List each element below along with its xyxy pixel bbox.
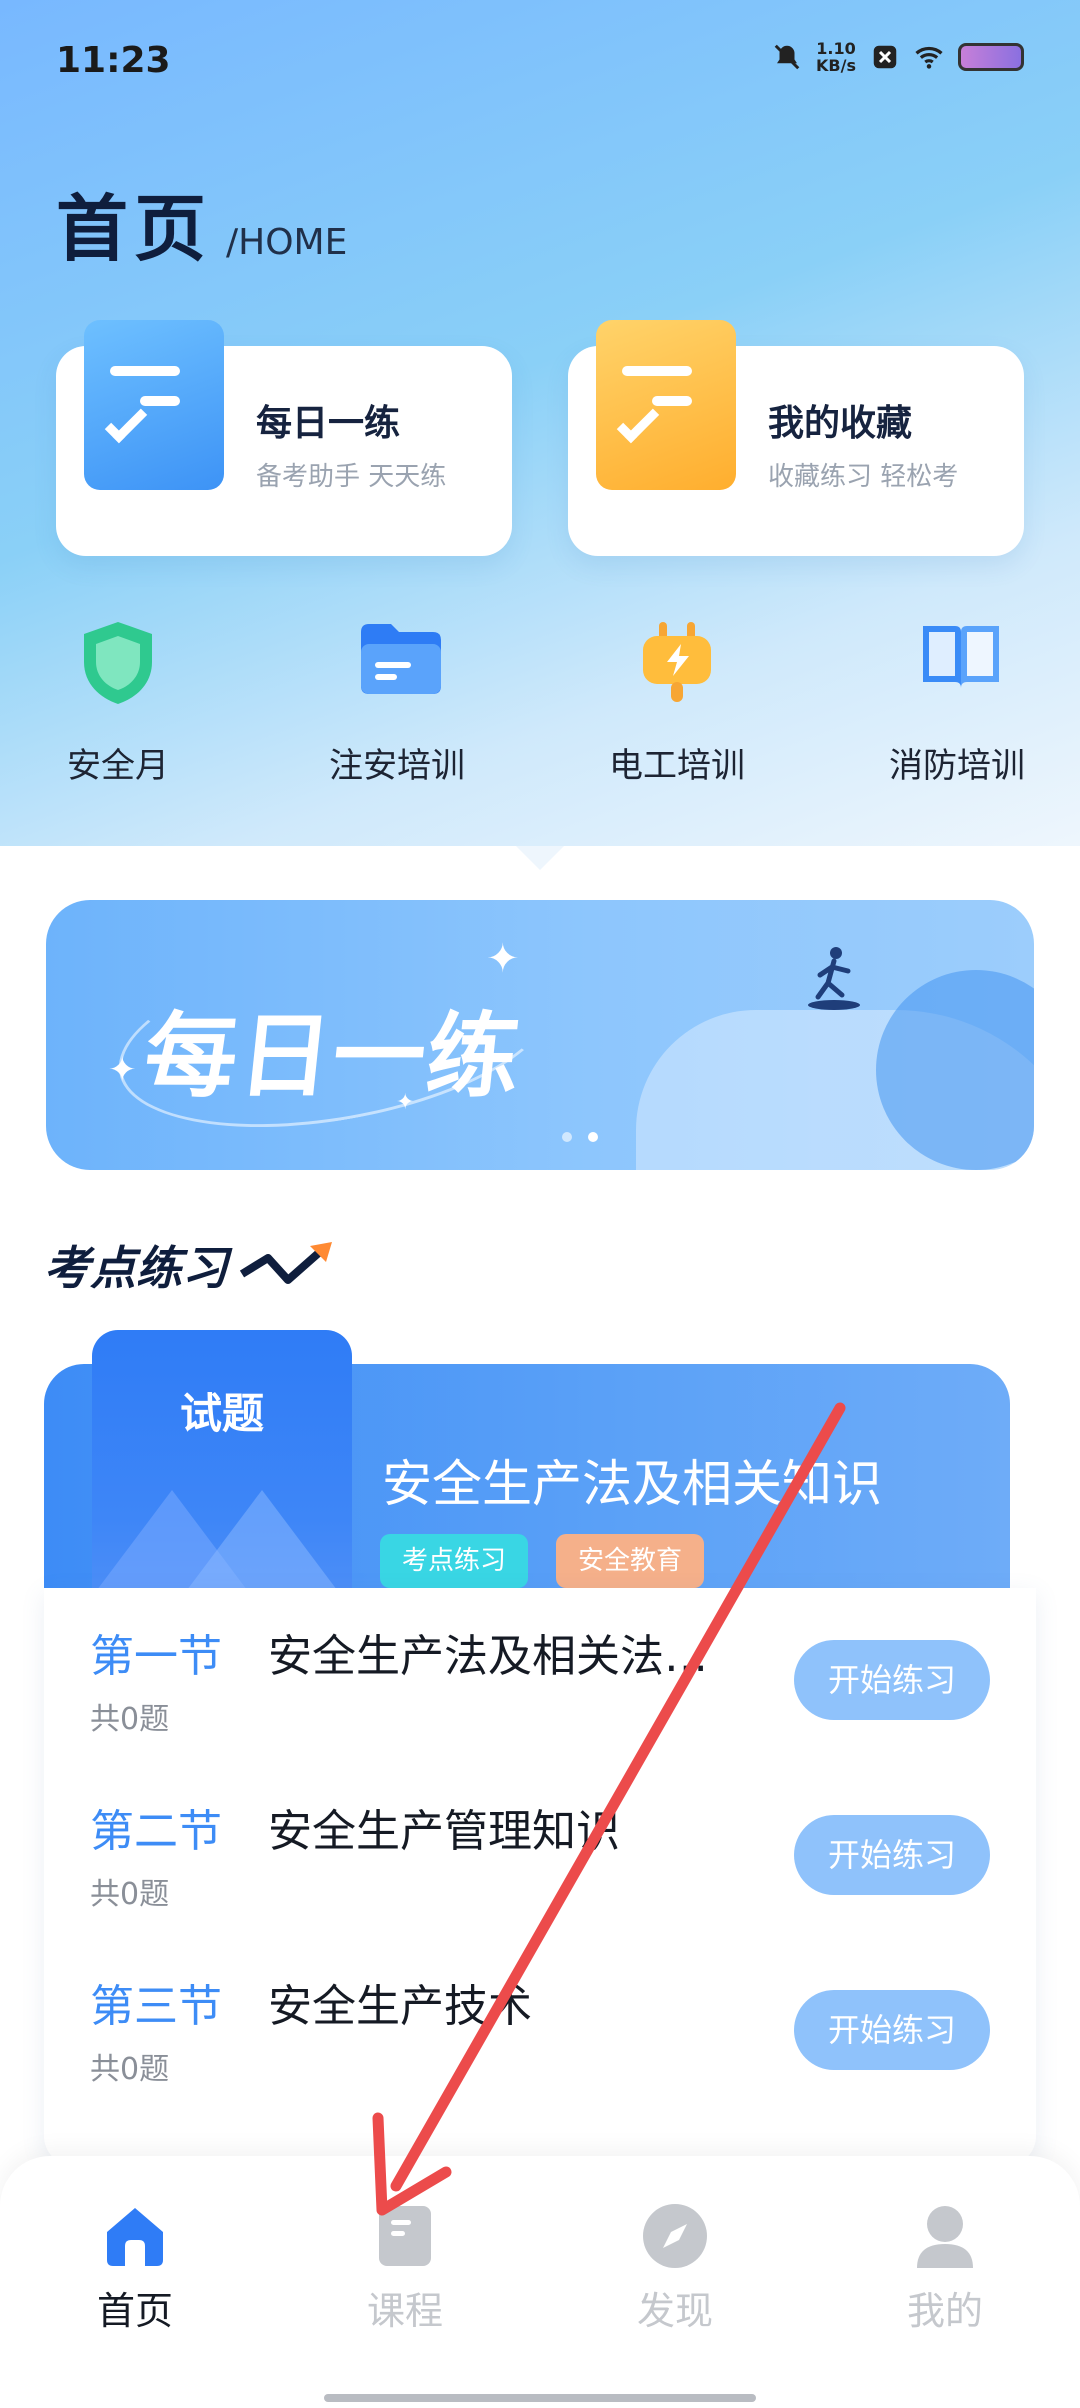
- chapter-row: 第二节 安全生产管理知识 共0题 开始练习: [44, 1763, 1036, 1938]
- exam-title: 安全生产法及相关知识: [382, 1455, 882, 1513]
- quick-link-safety-month[interactable]: 安全月: [23, 618, 213, 787]
- chapter-name: 安全生产法及相关法…: [268, 1631, 708, 1682]
- chapter-count: 共0题: [90, 1702, 170, 1737]
- chapter-row: 第一节 安全生产法及相关法… 共0题 开始练习: [44, 1588, 1036, 1763]
- chapter-count: 共0题: [90, 1877, 170, 1912]
- bottom-tab-bar: 首页 课程 发现 我的: [0, 2156, 1080, 2408]
- tab-discover[interactable]: 发现: [575, 2202, 775, 2335]
- favorites-card[interactable]: 我的收藏 收藏练习 轻松考: [568, 320, 1024, 556]
- network-speed-unit: KB/s: [816, 56, 856, 75]
- daily-practice-subtitle: 备考助手 天天练: [256, 462, 447, 492]
- banner-title: 每日一练: [139, 1003, 527, 1110]
- favorites-title: 我的收藏: [768, 403, 913, 444]
- book-icon: [917, 618, 999, 702]
- exam-tab: 试题: [92, 1330, 352, 1600]
- quick-link-label: 注安培训: [329, 746, 465, 786]
- tab-home[interactable]: 首页: [35, 2202, 235, 2335]
- banner-pagination: [562, 1132, 598, 1142]
- chapter-section: 第三节: [90, 1981, 222, 2032]
- daily-practice-title: 每日一练: [256, 403, 401, 444]
- quick-link-electrician-training[interactable]: 电工培训: [582, 618, 772, 787]
- tab-label: 课程: [366, 2289, 443, 2333]
- sparkle-icon: ✦: [486, 936, 520, 982]
- tab-profile[interactable]: 我的: [845, 2202, 1045, 2335]
- network-speed: 1.10 KB/s: [816, 40, 856, 74]
- compass-icon: [641, 2202, 709, 2270]
- favorites-subtitle: 收藏练习 轻松考: [768, 462, 959, 492]
- quick-link-safety-training[interactable]: 注安培训: [302, 618, 492, 787]
- chapter-name: 安全生产技术: [268, 1981, 532, 2032]
- chapter-list: 第一节 安全生产法及相关法… 共0题 开始练习 第二节 安全生产管理知识 共0题…: [44, 1588, 1036, 2166]
- tag-exam-point: 考点练习: [380, 1534, 529, 1588]
- tab-label: 首页: [96, 2289, 173, 2333]
- start-practice-button[interactable]: 开始练习: [794, 1815, 990, 1895]
- status-time: 11:23: [56, 40, 171, 81]
- home-icon: [101, 2202, 169, 2270]
- status-icons: 1.10 KB/s: [772, 40, 1024, 74]
- chapter-count: 共0题: [90, 2052, 170, 2087]
- daily-practice-doc-icon: [84, 320, 224, 490]
- favorites-doc-icon: [596, 320, 736, 490]
- folder-icon: [357, 618, 441, 702]
- pagination-dot-active[interactable]: [588, 1132, 598, 1142]
- home-indicator: [324, 2394, 756, 2402]
- shield-icon: [78, 618, 158, 704]
- chapter-section: 第二节: [90, 1806, 222, 1857]
- trend-arrow-icon: [239, 1242, 332, 1284]
- quick-link-fire-training[interactable]: 消防培训: [862, 618, 1052, 787]
- tab-course[interactable]: 课程: [305, 2202, 505, 2335]
- section-title-text: 考点练习: [44, 1241, 228, 1295]
- exam-card: 安全生产法及相关知识 考点练习 安全教育 试题 第一节 安全生产法及相关法… 共…: [44, 1330, 1036, 2166]
- course-icon: [371, 2202, 439, 2270]
- network-speed-value: 1.10: [816, 39, 856, 58]
- quick-link-label: 电工培训: [609, 746, 745, 786]
- sparkle-icon: ✦: [108, 1050, 137, 1090]
- tag-safety-education: 安全教育: [556, 1534, 705, 1588]
- tab-label: 我的: [906, 2289, 983, 2333]
- tab-label: 发现: [636, 2289, 713, 2333]
- quick-link-label: 安全月: [67, 746, 169, 786]
- surfer-illustration: [808, 947, 860, 1010]
- profile-icon: [911, 2202, 979, 2270]
- section-title: 考点练习: [44, 1232, 338, 1298]
- daily-practice-banner[interactable]: ✦ ✦ ✦ 每日一练: [46, 900, 1034, 1170]
- chapter-row: 第三节 安全生产技术 共0题 开始练习: [44, 1938, 1036, 2113]
- quick-link-label: 消防培训: [889, 746, 1025, 786]
- page-subtitle: /HOME: [226, 222, 348, 263]
- daily-practice-card[interactable]: 每日一练 备考助手 天天练: [56, 320, 512, 556]
- chapter-section: 第一节: [90, 1631, 222, 1682]
- page-title: 首页 /HOME: [56, 170, 347, 275]
- wifi-icon: [915, 46, 943, 69]
- exam-tab-label: 试题: [179, 1389, 264, 1438]
- battery-icon: [958, 43, 1024, 71]
- status-bar: 11:23 1.10 KB/s: [0, 0, 1080, 120]
- start-practice-button[interactable]: 开始练习: [794, 1640, 990, 1720]
- page-title-text: 首页: [56, 187, 213, 271]
- chapter-name: 安全生产管理知识: [268, 1806, 620, 1857]
- mountain-decoration: [172, 1490, 352, 1600]
- pagination-dot[interactable]: [562, 1132, 572, 1142]
- plug-icon: [637, 618, 717, 702]
- close-box-icon: [873, 45, 897, 69]
- mute-bell-icon: [774, 44, 800, 70]
- start-practice-button[interactable]: 开始练习: [794, 1990, 990, 2070]
